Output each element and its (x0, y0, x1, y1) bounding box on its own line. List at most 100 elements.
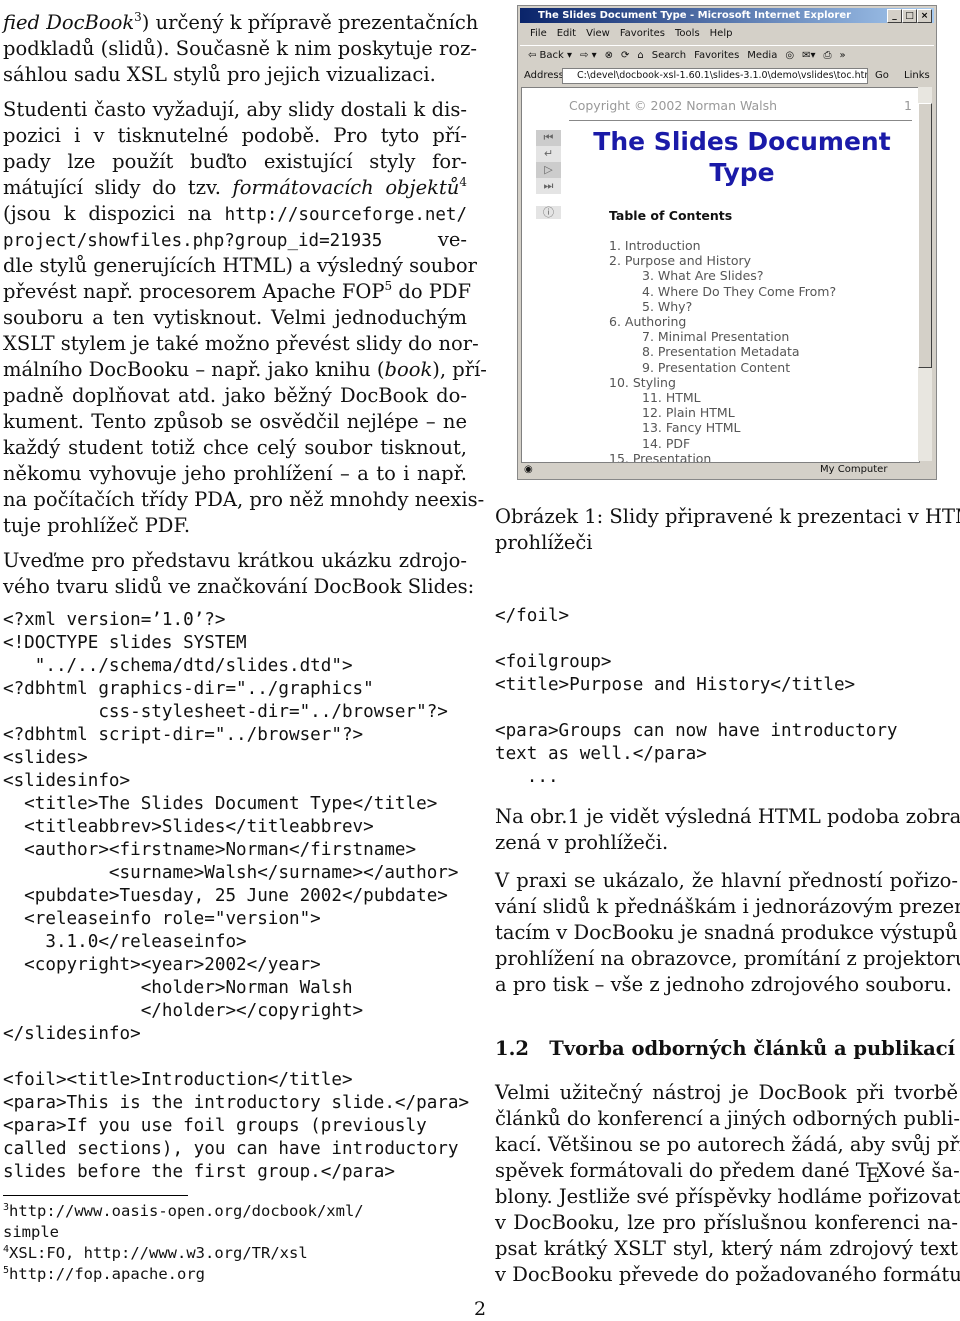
toolbar-button[interactable]: Favorites (694, 50, 739, 61)
text-line: každý student totiž chce celý soubor tis… (3, 435, 467, 461)
next-slide-icon[interactable]: ▷ (536, 162, 561, 178)
paragraph: Na obr.1 je vidět výsledná HTML podoba z… (495, 804, 960, 856)
code-listing-left: <?xml version=’1.0’?> <!DOCTYPE slides S… (3, 610, 470, 1182)
maximize-button[interactable]: □ (902, 9, 917, 23)
toolbar-button[interactable]: ⇦ Back ▾ (528, 50, 572, 61)
first-slide-icon[interactable]: ⏮ (536, 130, 561, 146)
footnote-rule (3, 1195, 188, 1196)
vertical-scrollbar[interactable] (918, 87, 932, 461)
text-segment: ), pří- (432, 358, 487, 381)
ie-icon: ◉ (524, 464, 533, 475)
text-segment: a pro tisk – vše z jednoho zdrojového so… (495, 973, 952, 996)
text-segment: Na obr.1 je vidět výsledná HTML podoba z… (495, 805, 960, 828)
text-segment: spěvek formátovali do předem dané (495, 1159, 856, 1182)
toolbar-button[interactable]: ⊗ (605, 50, 613, 61)
text-segment: ve- (382, 228, 467, 251)
toc-item[interactable]: 3. What Are Slides? (609, 268, 836, 283)
right-paragraphs: Na obr.1 je vidět výsledná HTML podoba z… (495, 804, 960, 998)
toc-item[interactable]: 5. Why? (609, 299, 836, 314)
text-line: Velmi užitečný nástroj je DocBook při tv… (495, 1080, 958, 1106)
up-icon[interactable]: ↵ (536, 146, 561, 162)
menu-item[interactable]: Help (710, 28, 733, 39)
toolbar-button[interactable]: ⎙ (823, 50, 831, 61)
url-text: http://sourceforge.net/ (224, 205, 467, 225)
status-bar: ◉ My Computer (520, 463, 934, 477)
info-icon[interactable]: ⓘ (536, 206, 561, 219)
slide-number: 1 (904, 98, 912, 113)
toc-item[interactable]: 14. PDF (609, 436, 836, 451)
text-line: vého tvaru slidů ve značkování DocBook S… (3, 574, 474, 600)
text-segment: tacím v DocBooku je snadná produkce výst… (495, 921, 960, 944)
text-segment: pozici i v tisknutelné podobě. Pro tyto … (3, 124, 467, 147)
text-line: padně doplňovat atd. jako běžný DocBook … (3, 383, 467, 409)
slide-title: The Slides Document Type (593, 127, 891, 187)
text-line: Studenti často vyžadují, aby slidy dosta… (3, 97, 467, 123)
toc-item[interactable]: 10. Styling (609, 375, 836, 390)
text-segment: blony. Jestliže své příspěvky hodláme po… (495, 1185, 960, 1208)
toolbar-button[interactable]: ✉▾ (802, 50, 815, 61)
toc-item[interactable]: 4. Where Do They Come From? (609, 284, 836, 299)
address-input[interactable]: C:\devel\docbook-xsl-1.60.1\slides-3.1.0… (562, 68, 868, 84)
text-segment: v DocBooku, lze pro příslušnou konferenc… (495, 1211, 958, 1234)
toc-item[interactable]: 11. HTML (609, 390, 836, 405)
close-button[interactable]: × (917, 9, 932, 23)
text-line: pozici i v tisknutelné podobě. Pro tyto … (3, 123, 467, 149)
text-segment: ) určený k přípravě prezentačních (141, 11, 479, 34)
text-line: v DocBooku, lze pro příslušnou konferenc… (495, 1210, 958, 1236)
text-line: project/showfiles.php?group_id=21935 ve- (3, 227, 467, 253)
menu-item[interactable]: Tools (675, 28, 700, 39)
menu-item[interactable]: Favorites (620, 28, 665, 39)
text-segment: zená v prohlížeči. (495, 831, 669, 854)
menu-item[interactable]: File (530, 28, 547, 39)
go-button[interactable]: Go (875, 67, 889, 84)
last-slide-icon[interactable]: ⏭ (536, 178, 561, 194)
document-page: fied DocBook3) určený k přípravě prezent… (0, 0, 960, 1321)
toc-item[interactable]: 1. Introduction (609, 238, 836, 253)
text-line: Na obr.1 je vidět výsledná HTML podoba z… (495, 804, 960, 830)
text-line: kument. Tento způsob se osvědčil nejlépe… (3, 409, 467, 435)
text-segment: někomu vyhovuje jeho prohlížení – a to i… (3, 462, 467, 485)
toc-item[interactable]: 7. Minimal Presentation (609, 329, 836, 344)
footnote-text: http://www.oasis-open.org/docbook/xml/ s… (3, 1202, 364, 1241)
text-segment: na počítačích třídy PDA, pro něž mnohdy … (3, 488, 485, 511)
text-line: v DocBooku převede do požadovaného formá… (495, 1262, 960, 1288)
toc-item[interactable]: 9. Presentation Content (609, 360, 836, 375)
text-segment: ové ša- (890, 1159, 960, 1182)
toc-item[interactable]: 13. Fancy HTML (609, 420, 836, 435)
footnote: 4XSL:FO, http://www.w3.org/TR/xsl (3, 1243, 364, 1264)
toolbar-button[interactable]: ⇨ ▾ (580, 50, 597, 61)
slide-header: Copyright © 2002 Norman Walsh 1 (569, 98, 912, 121)
text-line: sáhlou sadu XSL stylů pro jejich vizuali… (3, 62, 467, 88)
text-line: pady lze použít buďto existující styly f… (3, 149, 467, 175)
minimize-button[interactable]: _ (887, 9, 902, 23)
toolbar-button[interactable]: ◎ (785, 50, 794, 61)
text-segment: psat krátký XSLT styl, který nám zdrojov… (495, 1237, 958, 1260)
menu-item[interactable]: View (586, 28, 610, 39)
page-number: 2 (474, 1298, 487, 1320)
text-line: mátující slidy do tzv. formátovacích obj… (3, 175, 467, 201)
scrollbar-thumb[interactable] (918, 103, 932, 368)
text-line: psat krátký XSLT styl, který nám zdrojov… (495, 1236, 958, 1262)
text-line: převést např. procesorem Apache FOP5 do … (3, 279, 471, 305)
text-line: prohlížení na obrazovce, promítání z pro… (495, 946, 960, 972)
text-line: spěvek formátovali do předem dané TEXové… (495, 1158, 960, 1187)
text-segment: kument. Tento způsob se osvědčil nejlépe… (3, 410, 467, 433)
toc-item[interactable]: 8. Presentation Metadata (609, 344, 836, 359)
text-segment: do PDF (392, 280, 472, 303)
text-line: blony. Jestliže své příspěvky hodláme po… (495, 1184, 960, 1210)
menu-item[interactable]: Edit (557, 28, 576, 39)
text-segment: Uveďme pro představu krátkou ukázku zdro… (3, 549, 467, 572)
toolbar-button[interactable]: Media (747, 50, 777, 61)
text-line: tacím v DocBooku je snadná produkce výst… (495, 920, 960, 946)
text-segment: sáhlou sadu XSL stylů pro jejich vizuali… (3, 63, 436, 86)
toolbar-button[interactable]: ⟳ (621, 50, 629, 61)
toolbar-button[interactable]: ⌂ (637, 50, 643, 61)
toc-item[interactable]: 2. Purpose and History (609, 253, 836, 268)
toc-item[interactable]: 12. Plain HTML (609, 405, 836, 420)
toc-item[interactable]: 15. Presentation (609, 451, 836, 462)
toolbar-button[interactable]: » (839, 50, 845, 61)
text-line: V praxi se ukázalo, že hlavní předností … (495, 868, 958, 894)
text-segment: Studenti často vyžadují, aby slidy dosta… (3, 98, 467, 121)
toc-item[interactable]: 6. Authoring (609, 314, 836, 329)
toolbar-button[interactable]: Search (652, 50, 686, 61)
